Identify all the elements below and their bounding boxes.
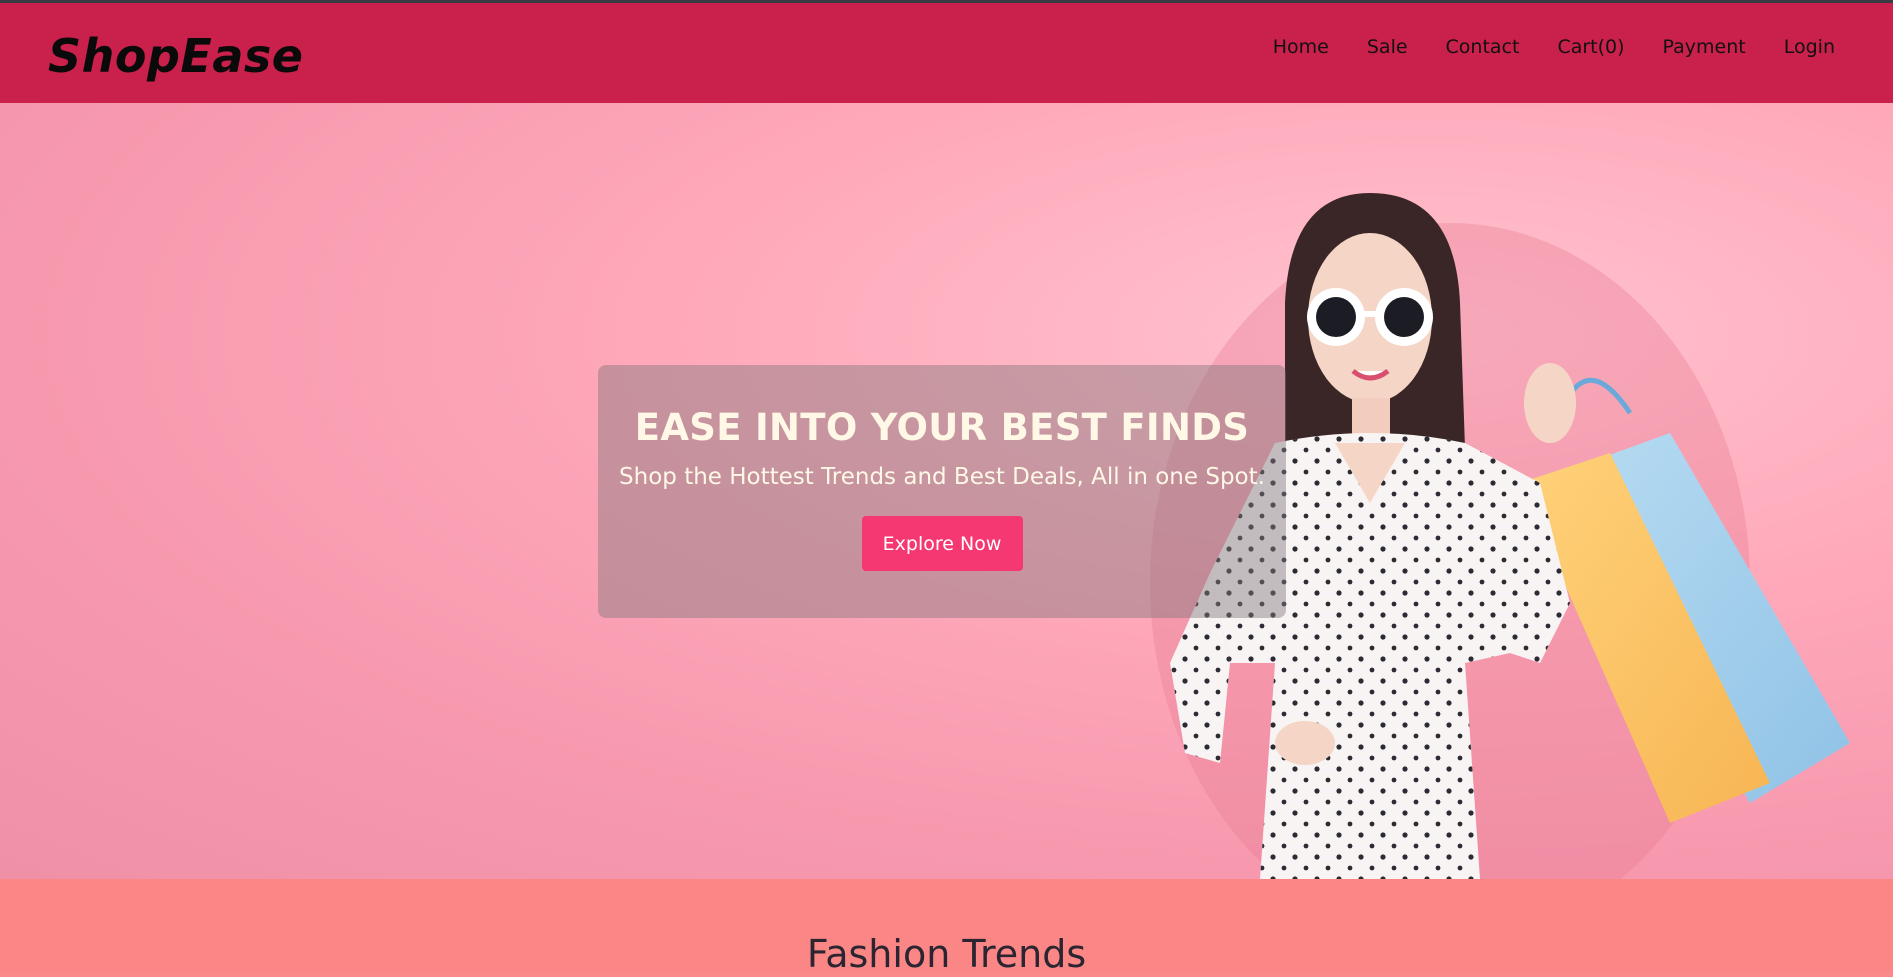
hero-title: EASE INTO YOUR BEST FINDS [634,406,1250,449]
main-nav: Home Sale Contact Cart(0) Payment Login [1273,33,1835,61]
site-header: ShopEase Home Sale Contact Cart(0) Payme… [0,0,1893,103]
nav-home-link[interactable]: Home [1273,33,1329,61]
nav-login-link[interactable]: Login [1784,33,1835,61]
section-title: Fashion Trends [806,932,1087,976]
nav-sale-link[interactable]: Sale [1367,33,1408,61]
brand-logo[interactable]: ShopEase [48,29,303,83]
nav-payment-link[interactable]: Payment [1663,33,1746,61]
nav-contact-link[interactable]: Contact [1446,33,1520,61]
explore-now-button[interactable]: Explore Now [861,516,1023,571]
nav-cart-link[interactable]: Cart(0) [1557,33,1624,61]
hero-subtitle: Shop the Hottest Trends and Best Deals, … [619,464,1265,490]
hero-overlay: EASE INTO YOUR BEST FINDS Shop the Hotte… [598,365,1286,618]
hero-banner: EASE INTO YOUR BEST FINDS Shop the Hotte… [0,103,1893,879]
fashion-trends-section: Fashion Trends [0,879,1893,976]
